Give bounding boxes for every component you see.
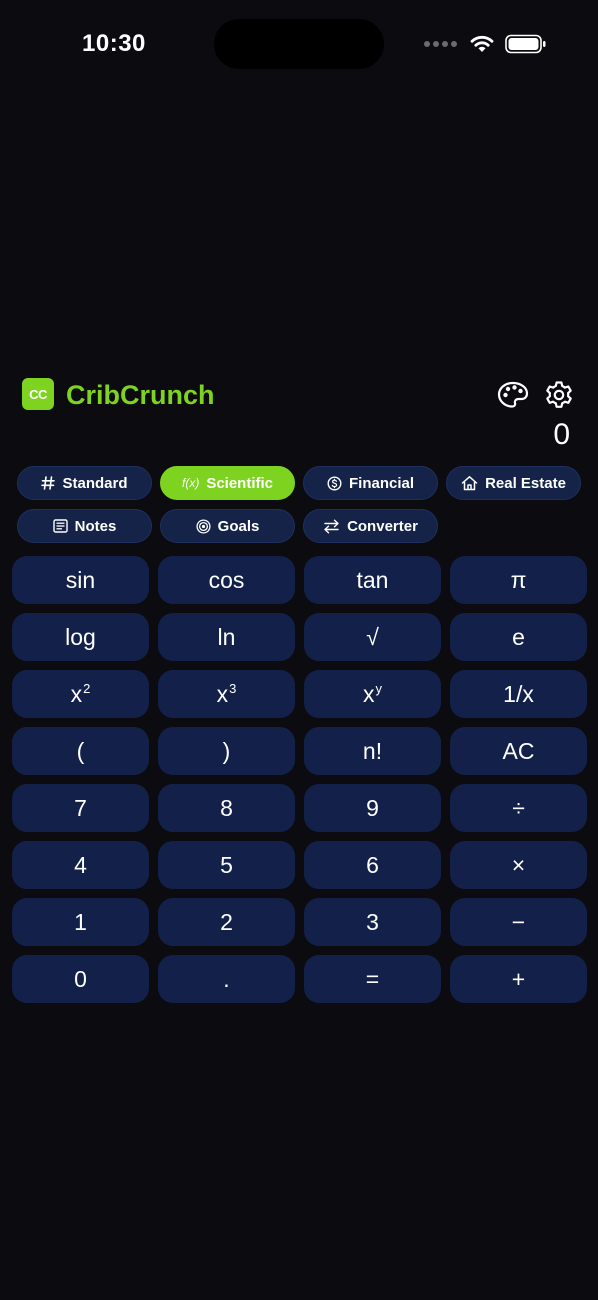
key-exponent: 3 [229,680,237,696]
tab-label: Notes [74,517,117,535]
wifi-icon [470,35,494,52]
key-equals[interactable]: = [304,955,441,1003]
app-logo: CC [22,378,54,410]
key-log[interactable]: log [12,613,149,661]
tab-notes[interactable]: Notes [17,509,152,543]
key-divide[interactable]: ÷ [450,784,587,832]
tab-label: Scientific [206,474,273,492]
key-all-clear[interactable]: AC [450,727,587,775]
key-2[interactable]: 2 [158,898,295,946]
swap-arrows-icon [323,519,340,534]
app-header: CC CribCrunch [22,378,578,412]
tab-label: Standard [62,474,128,492]
key-1[interactable]: 1 [12,898,149,946]
key-reciprocal[interactable]: 1/x [450,670,587,718]
key-base: x [363,680,375,707]
tab-label: Financial [348,474,415,492]
key-6[interactable]: 6 [304,841,441,889]
status-icons [424,32,547,56]
function-icon: f(x) [181,476,200,490]
tab-standard[interactable]: Standard [17,466,152,500]
tab-goals[interactable]: Goals [160,509,295,543]
key-7[interactable]: 7 [12,784,149,832]
dollar-circle-icon [327,475,342,491]
calculator-screen: 10:30 CC CribCrunch 0 Standard f(x) Scie… [0,0,598,1300]
key-square[interactable]: x2 [12,670,149,718]
key-add[interactable]: + [450,955,587,1003]
tab-financial[interactable]: Financial [303,466,438,500]
key-factorial[interactable]: n! [304,727,441,775]
palette-icon[interactable] [496,378,530,412]
key-tan[interactable]: tan [304,556,441,604]
key-9[interactable]: 9 [304,784,441,832]
key-base: x [70,680,83,707]
key-multiply[interactable]: × [450,841,587,889]
tab-label: Real Estate [485,474,566,492]
key-0[interactable]: 0 [12,955,149,1003]
key-4[interactable]: 4 [12,841,149,889]
tab-label: Goals [217,517,260,535]
key-base: x [216,680,229,707]
status-time: 10:30 [82,30,146,57]
tab-label: Converter [347,517,418,535]
key-5[interactable]: 5 [158,841,295,889]
key-open-paren[interactable]: ( [12,727,149,775]
tab-real-estate[interactable]: Real Estate [446,466,581,500]
tab-converter[interactable]: Converter [303,509,438,543]
key-e[interactable]: e [450,613,587,661]
signal-icon [424,41,457,47]
key-close-paren[interactable]: ) [158,727,295,775]
key-power[interactable]: xy [304,670,441,718]
app-title: CribCrunch [66,380,215,410]
notes-icon [52,519,68,533]
key-sin[interactable]: sin [12,556,149,604]
key-cos[interactable]: cos [158,556,295,604]
display-value: 0 [553,418,570,451]
key-sqrt[interactable]: √ [304,613,441,661]
dynamic-island [214,19,384,69]
key-exponent: y [375,680,383,696]
key-pi[interactable]: π [450,556,587,604]
target-icon [196,518,211,534]
key-subtract[interactable]: − [450,898,587,946]
key-3[interactable]: 3 [304,898,441,946]
key-decimal[interactable]: . [158,955,295,1003]
hash-icon [41,476,56,490]
key-8[interactable]: 8 [158,784,295,832]
house-icon [461,475,478,491]
gear-icon[interactable] [542,378,576,412]
key-ln[interactable]: ln [158,613,295,661]
key-exponent: 2 [83,680,91,696]
key-cube[interactable]: x3 [158,670,295,718]
battery-icon [505,34,546,54]
tab-scientific[interactable]: f(x) Scientific [160,466,295,500]
